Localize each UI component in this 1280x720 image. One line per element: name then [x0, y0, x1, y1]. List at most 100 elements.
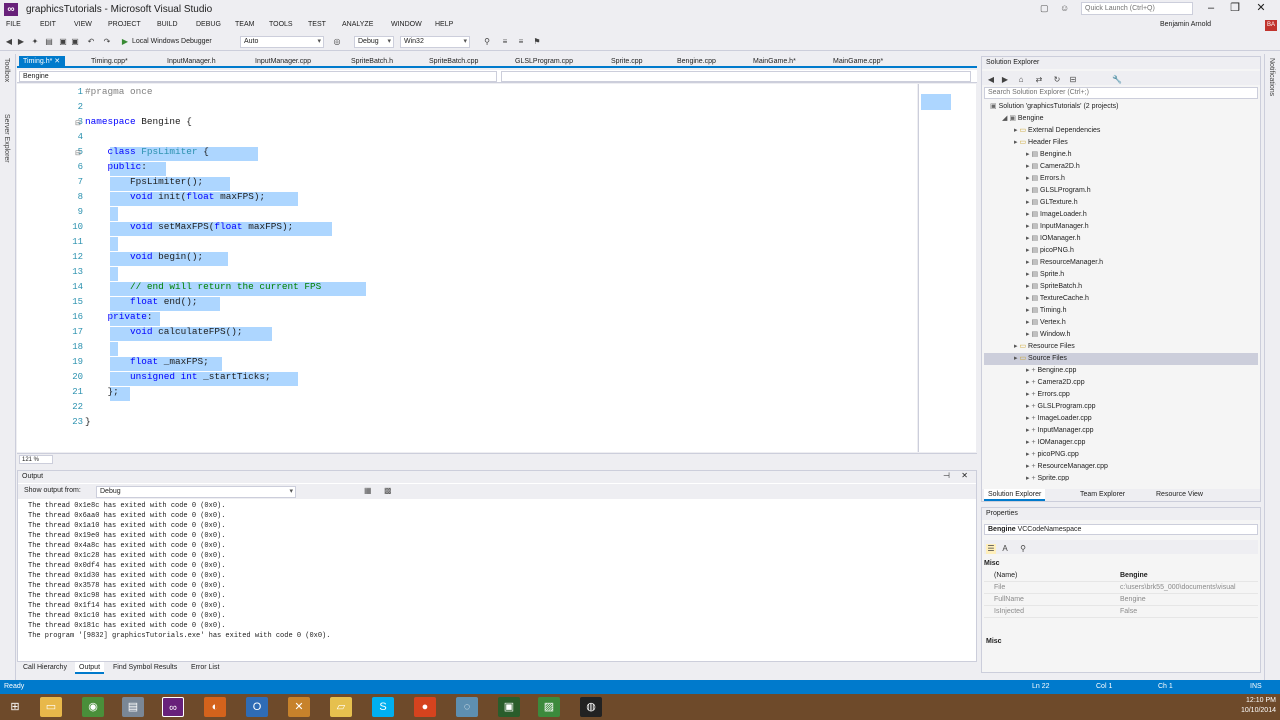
pin-icon[interactable]: ⊣ — [943, 471, 950, 480]
tree-item[interactable]: ▸ + Sprite.cpp — [1026, 473, 1069, 481]
bottom-tab[interactable]: Find Symbol Results — [109, 662, 181, 674]
tree-item[interactable]: ▸ + Errors.cpp — [1026, 389, 1070, 401]
tree-item[interactable]: ▸ ▤ Vertex.h — [1026, 317, 1066, 329]
back-icon[interactable]: ◀ — [986, 75, 996, 85]
menu-test[interactable]: TEST — [308, 21, 326, 28]
property-pages-icon[interactable]: ⚲ — [1018, 544, 1028, 554]
bottom-tab[interactable]: Call Hierarchy — [19, 662, 71, 674]
doc-tab[interactable]: GLSLProgram.cpp — [511, 56, 581, 68]
quick-launch-input[interactable]: Quick Launch (Ctrl+Q) — [1081, 2, 1193, 15]
minimap-viewport[interactable] — [921, 94, 951, 110]
menu-project[interactable]: PROJECT — [108, 21, 141, 28]
clear-all-icon[interactable]: ▦ — [364, 486, 372, 495]
doc-tab[interactable]: SpriteBatch.cpp — [425, 56, 495, 68]
tree-item[interactable]: ▸ ▤ GLSLProgram.h — [1026, 185, 1091, 197]
tree-item[interactable]: ▸ ▭ External Dependencies — [1014, 125, 1100, 137]
property-row[interactable]: (Name) Bengine — [984, 570, 1258, 582]
menu-help[interactable]: HELP — [435, 21, 453, 28]
tree-item[interactable]: ▸ + Camera2D.cpp — [1026, 377, 1085, 389]
tree-item[interactable]: ▸ + ImageLoader.cpp — [1026, 413, 1092, 425]
minimize-button[interactable]: – — [1200, 1, 1222, 17]
image-viewer-icon[interactable]: ▨ — [538, 697, 560, 717]
maximize-button[interactable]: ❐ — [1224, 1, 1246, 17]
tree-item[interactable]: ▸ ▤ Sprite.h — [1026, 269, 1064, 281]
tree-item[interactable]: ▸ ▤ Errors.h — [1026, 173, 1065, 185]
menu-file[interactable]: FILE — [6, 21, 21, 28]
tree-item[interactable]: ▸ + ResourceManager.cpp — [1026, 461, 1108, 473]
tree-item[interactable]: ▸ ▤ ImageLoader.h — [1026, 209, 1087, 221]
home-icon[interactable]: ⌂ — [1016, 75, 1026, 85]
tree-item[interactable]: ▸ ▤ SpriteBatch.h — [1026, 281, 1082, 293]
tree-item[interactable]: ▸ + InputManager.cpp — [1026, 425, 1094, 437]
bookmark-icon[interactable]: ⚑ — [532, 37, 542, 47]
forward-icon[interactable]: ▶ — [16, 37, 26, 47]
minimap[interactable] — [918, 84, 976, 452]
notification-icon[interactable]: ▢ — [1040, 3, 1049, 14]
categorized-icon[interactable]: ☰ — [986, 544, 996, 554]
tree-item[interactable]: ▸ ▤ Timing.h — [1026, 305, 1067, 317]
property-row[interactable]: FullName Bengine — [984, 594, 1258, 606]
code-line[interactable]: }; — [85, 385, 119, 399]
doc-tab[interactable]: Timing.cpp* — [87, 56, 157, 68]
doc-tab[interactable]: SpriteBatch.h — [347, 56, 417, 68]
tree-item[interactable]: ▸ ▤ IOManager.h — [1026, 233, 1081, 245]
obs-icon[interactable]: ◍ — [580, 697, 602, 717]
redo-icon[interactable]: ↷ — [102, 37, 112, 47]
doc-tab[interactable]: Bengine.cpp — [673, 56, 743, 68]
tree-item[interactable]: ▸ ▤ InputManager.h — [1026, 221, 1089, 233]
doc-tab[interactable]: MainGame.h* — [749, 56, 819, 68]
tree-item[interactable]: ◢ ▣ Bengine — [1002, 113, 1044, 125]
code-line[interactable]: namespace Bengine { — [85, 115, 192, 129]
save-icon[interactable]: ▣ — [58, 37, 68, 47]
refresh-icon[interactable]: ↻ — [1052, 75, 1062, 85]
tree-item[interactable]: ▸ ▤ Bengine.h — [1026, 149, 1072, 161]
open-icon[interactable]: ▤ — [44, 37, 54, 47]
notifications-tab[interactable]: Notifications — [1268, 58, 1275, 96]
feedback-icon[interactable]: ☺ — [1060, 3, 1069, 13]
property-row[interactable]: File c:\users\brk55_000\documents\visual — [984, 582, 1258, 594]
property-row[interactable]: IsInjected False — [984, 606, 1258, 618]
record-icon[interactable]: ● — [414, 697, 436, 717]
code-line[interactable]: unsigned int _startTicks; — [85, 370, 271, 384]
solution-panel-tab[interactable]: Solution Explorer — [984, 489, 1046, 501]
tree-item[interactable]: ▸ ▤ GLTexture.h — [1026, 197, 1078, 209]
platform-select[interactable]: Win32 — [400, 36, 470, 48]
tree-item[interactable]: ▣ Solution 'graphicsTutorials' (2 projec… — [990, 101, 1118, 113]
tree-item[interactable]: ▸ ▤ TextureCache.h — [1026, 293, 1089, 305]
attach-icon[interactable]: ◎ — [332, 37, 342, 47]
alphabetical-icon[interactable]: A — [1000, 544, 1010, 554]
code-line[interactable]: } — [85, 415, 91, 429]
output-source-select[interactable]: Debug — [96, 486, 296, 498]
bottom-tab[interactable]: Error List — [187, 662, 223, 674]
tree-item[interactable]: ▸ ▭ Resource Files — [1014, 341, 1075, 353]
menu-tools[interactable]: TOOLS — [269, 21, 293, 28]
outline-collapse-icon[interactable]: ⊟ — [75, 119, 81, 127]
code-line[interactable]: // end will return the current FPS — [85, 280, 321, 294]
configuration-select[interactable]: Debug — [354, 36, 394, 48]
folder-icon[interactable]: ▱ — [330, 697, 352, 717]
firefox-icon[interactable]: ◐ — [204, 697, 226, 717]
undo-icon[interactable]: ↶ — [86, 37, 96, 47]
toolbox-tab[interactable]: Toolbox — [3, 58, 10, 82]
network-icon[interactable]: ◌ — [456, 697, 478, 717]
code-line[interactable]: void calculateFPS(); — [85, 325, 243, 339]
forward-icon[interactable]: ▶ — [1000, 75, 1010, 85]
code-line[interactable]: private: — [85, 310, 153, 324]
doc-tab[interactable]: Timing.h* ✕ — [19, 56, 65, 68]
menu-debug[interactable]: DEBUG — [196, 21, 221, 28]
debugger-mode-select[interactable]: Auto — [240, 36, 324, 48]
scope-select[interactable]: Bengine — [19, 71, 497, 82]
solution-search-input[interactable]: Search Solution Explorer (Ctrl+;) — [984, 87, 1258, 99]
find-icon[interactable]: ⚲ — [482, 37, 492, 47]
avatar[interactable]: BA — [1265, 20, 1277, 31]
save-all-icon[interactable]: ▣ — [70, 37, 80, 47]
collapse-all-icon[interactable]: ⊟ — [1068, 75, 1078, 85]
bottom-tab[interactable]: Output — [75, 662, 105, 674]
menu-team[interactable]: TEAM — [235, 21, 254, 28]
close-tab-icon[interactable]: ✕ — [52, 58, 60, 65]
code-line[interactable]: class FpsLimiter { — [85, 145, 209, 159]
start-button-icon[interactable]: ⊞ — [4, 697, 26, 717]
debugger-button[interactable]: Local Windows Debugger — [132, 38, 212, 45]
tree-item[interactable]: ▸ + IOManager.cpp — [1026, 437, 1085, 449]
skype-icon[interactable]: S — [372, 697, 394, 717]
